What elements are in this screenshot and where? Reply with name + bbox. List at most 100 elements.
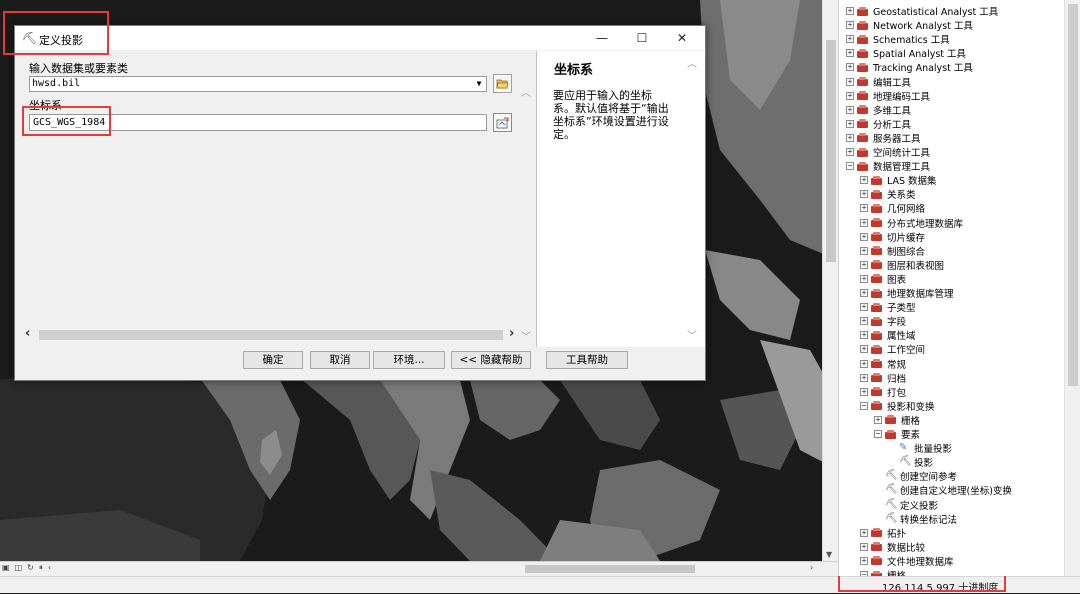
input-dataset-combobox[interactable]: hwsd.bil ▼ — [29, 76, 487, 92]
toolbox-tree-item[interactable]: ✎ 批量投影 — [888, 441, 952, 455]
expand-icon[interactable]: + — [860, 289, 868, 297]
toolbox-vertical-scrollbar[interactable] — [1064, 0, 1080, 576]
toolbox-tree-item[interactable]: − 数据管理工具 — [846, 159, 930, 173]
expand-icon[interactable]: + — [860, 359, 868, 368]
environments-button[interactable]: 环境... — [373, 351, 445, 369]
expand-icon[interactable]: + — [860, 373, 868, 382]
cancel-button[interactable]: 取消 — [310, 351, 370, 369]
map-vscroll-thumb[interactable] — [826, 40, 836, 262]
toolbox-tree-item[interactable]: + 制图综合 — [860, 244, 925, 258]
toolbox-tree-item[interactable]: + Tracking Analyst 工具 — [846, 60, 973, 74]
toolbox-tree-item[interactable]: ⛏ 创建空间参考 — [874, 469, 957, 483]
toolbox-tree-item[interactable]: + 拓扑 — [860, 526, 906, 540]
hide-help-button[interactable]: << 隐藏帮助 — [451, 351, 531, 369]
map-hscroll-thumb[interactable] — [525, 565, 695, 573]
expand-icon[interactable]: + — [846, 119, 854, 128]
toolbox-tree-item[interactable]: ⛏ 转换坐标记法 — [874, 512, 957, 526]
ok-button[interactable]: 确定 — [243, 351, 303, 369]
toolbox-tree-item[interactable]: + 字段 — [860, 314, 906, 328]
toolbox-tree-item[interactable]: + 切片缓存 — [860, 230, 925, 244]
toolbox-tree-item[interactable]: + 工作空间 — [860, 342, 925, 356]
expand-icon[interactable]: + — [860, 317, 868, 326]
expand-icon[interactable]: + — [860, 204, 868, 213]
expand-icon[interactable]: + — [860, 542, 868, 551]
minimize-button[interactable]: — — [587, 29, 617, 47]
expand-icon[interactable]: + — [860, 345, 868, 354]
toolbox-tree-item[interactable]: + 空间统计工具 — [846, 145, 930, 159]
expand-icon[interactable]: + — [846, 21, 854, 30]
toolbox-tree-item[interactable]: + 归档 — [860, 371, 906, 385]
expand-icon[interactable]: + — [860, 274, 868, 283]
toolbox-tree-item[interactable]: + 数据比较 — [860, 540, 925, 554]
collapse-icon[interactable]: − — [874, 430, 882, 438]
chevron-up-icon[interactable]: ︿ — [687, 55, 697, 70]
refresh-icon[interactable]: ↻ — [27, 563, 34, 573]
expand-icon[interactable]: + — [846, 105, 854, 114]
expand-icon[interactable]: + — [874, 415, 882, 424]
map-vertical-scrollbar[interactable]: ▼ — [822, 0, 839, 561]
toolbox-tree-item[interactable]: + 常规 — [860, 357, 906, 371]
expand-icon[interactable]: + — [860, 190, 868, 199]
toolbox-tree-item[interactable]: + LAS 数据集 — [860, 173, 937, 187]
data-view-icon[interactable]: ◫ — [15, 563, 23, 573]
layout-view-icon[interactable]: ▣ — [2, 563, 10, 573]
toolbox-tree-item[interactable]: − 投影和变换 — [860, 399, 935, 413]
toolbox-tree-item[interactable]: ⛏ 创建自定义地理(坐标)变换 — [874, 483, 1012, 497]
chevron-down-icon[interactable]: ▼ — [473, 78, 485, 90]
params-horizontal-scrollbar[interactable]: ‹ › — [23, 326, 523, 342]
toolbox-tree-item[interactable]: + 属性域 — [860, 328, 916, 342]
expand-icon[interactable]: + — [846, 91, 854, 100]
toolbox-tree-item[interactable]: + 图表 — [860, 272, 906, 286]
expand-icon[interactable]: + — [846, 49, 854, 58]
toolbox-tree-item[interactable]: + 地理数据库管理 — [860, 286, 954, 300]
toolbox-tree-item[interactable]: + Geostatistical Analyst 工具 — [846, 4, 998, 18]
map-horizontal-scrollbar[interactable]: ▣ ◫ ↻ ⏸ ‹ › — [0, 561, 838, 576]
collapse-icon[interactable]: − — [860, 401, 868, 410]
expand-icon[interactable]: + — [860, 303, 868, 312]
toolbox-tree-item[interactable]: + 关系类 — [860, 187, 916, 201]
browse-input-button[interactable] — [493, 74, 512, 93]
chevron-right-icon[interactable]: › — [810, 563, 813, 572]
chevron-up-icon[interactable]: ︿ — [521, 84, 531, 99]
toolbox-tree-item[interactable]: + 图层和表视图 — [860, 258, 944, 272]
toolbox-tree-item[interactable]: + Network Analyst 工具 — [846, 18, 973, 32]
coordinate-system-field[interactable]: GCS_WGS_1984 — [29, 114, 487, 131]
toolbox-tree-item[interactable]: + 打包 — [860, 385, 906, 399]
collapse-icon[interactable]: − — [860, 571, 868, 576]
expand-icon[interactable]: + — [860, 528, 868, 537]
toolbox-tree-item[interactable]: + 文件地理数据库 — [860, 554, 954, 568]
params-vertical-scrollbar[interactable]: ︿ ﹀ — [520, 84, 534, 343]
expand-icon[interactable]: + — [846, 133, 854, 142]
expand-icon[interactable]: + — [846, 35, 854, 44]
chevron-down-icon[interactable]: ▼ — [826, 550, 832, 559]
tool-help-button[interactable]: 工具帮助 — [546, 351, 628, 369]
toolbox-tree-item[interactable]: + 分布式地理数据库 — [860, 216, 963, 230]
chevron-right-icon[interactable]: › — [509, 326, 514, 341]
expand-icon[interactable]: + — [860, 331, 868, 340]
expand-icon[interactable]: + — [860, 176, 868, 185]
toolbox-tree-item[interactable]: + 多维工具 — [846, 103, 911, 117]
maximize-button[interactable]: ☐ — [627, 29, 657, 47]
toolbox-tree-item[interactable]: + 服务器工具 — [846, 131, 921, 145]
toolbox-tree-item[interactable]: + 编辑工具 — [846, 75, 911, 89]
toolbox-tree-item[interactable]: + Schematics 工具 — [846, 32, 950, 46]
expand-icon[interactable]: + — [860, 232, 868, 241]
expand-icon[interactable]: + — [860, 387, 868, 396]
params-hscroll-thumb[interactable] — [39, 330, 503, 340]
pause-icon[interactable]: ⏸ — [39, 563, 43, 573]
coordinate-system-properties-button[interactable] — [493, 113, 512, 132]
chevron-left-icon[interactable]: ‹ — [48, 563, 51, 573]
collapse-icon[interactable]: − — [846, 162, 854, 171]
toolbox-tree-item[interactable]: + 地理编码工具 — [846, 89, 930, 103]
toolbox-tree-item[interactable]: − 栅格 — [860, 568, 906, 576]
expand-icon[interactable]: + — [860, 218, 868, 227]
toolbox-tree-item[interactable]: − 要素 — [874, 427, 920, 441]
toolbox-tree-item[interactable]: ⛏ 定义投影 — [874, 498, 938, 512]
chevron-down-icon[interactable]: ﹀ — [687, 327, 697, 342]
chevron-left-icon[interactable]: ‹ — [25, 326, 30, 341]
toolbox-tree-item[interactable]: ⛏ 投影 — [888, 455, 933, 469]
dialog-titlebar[interactable]: ⛏ 定义投影 — ☐ ✕ — [15, 26, 705, 50]
toolbox-tree-item[interactable]: + 分析工具 — [846, 117, 911, 131]
expand-icon[interactable]: + — [860, 246, 868, 255]
close-button[interactable]: ✕ — [667, 29, 697, 47]
